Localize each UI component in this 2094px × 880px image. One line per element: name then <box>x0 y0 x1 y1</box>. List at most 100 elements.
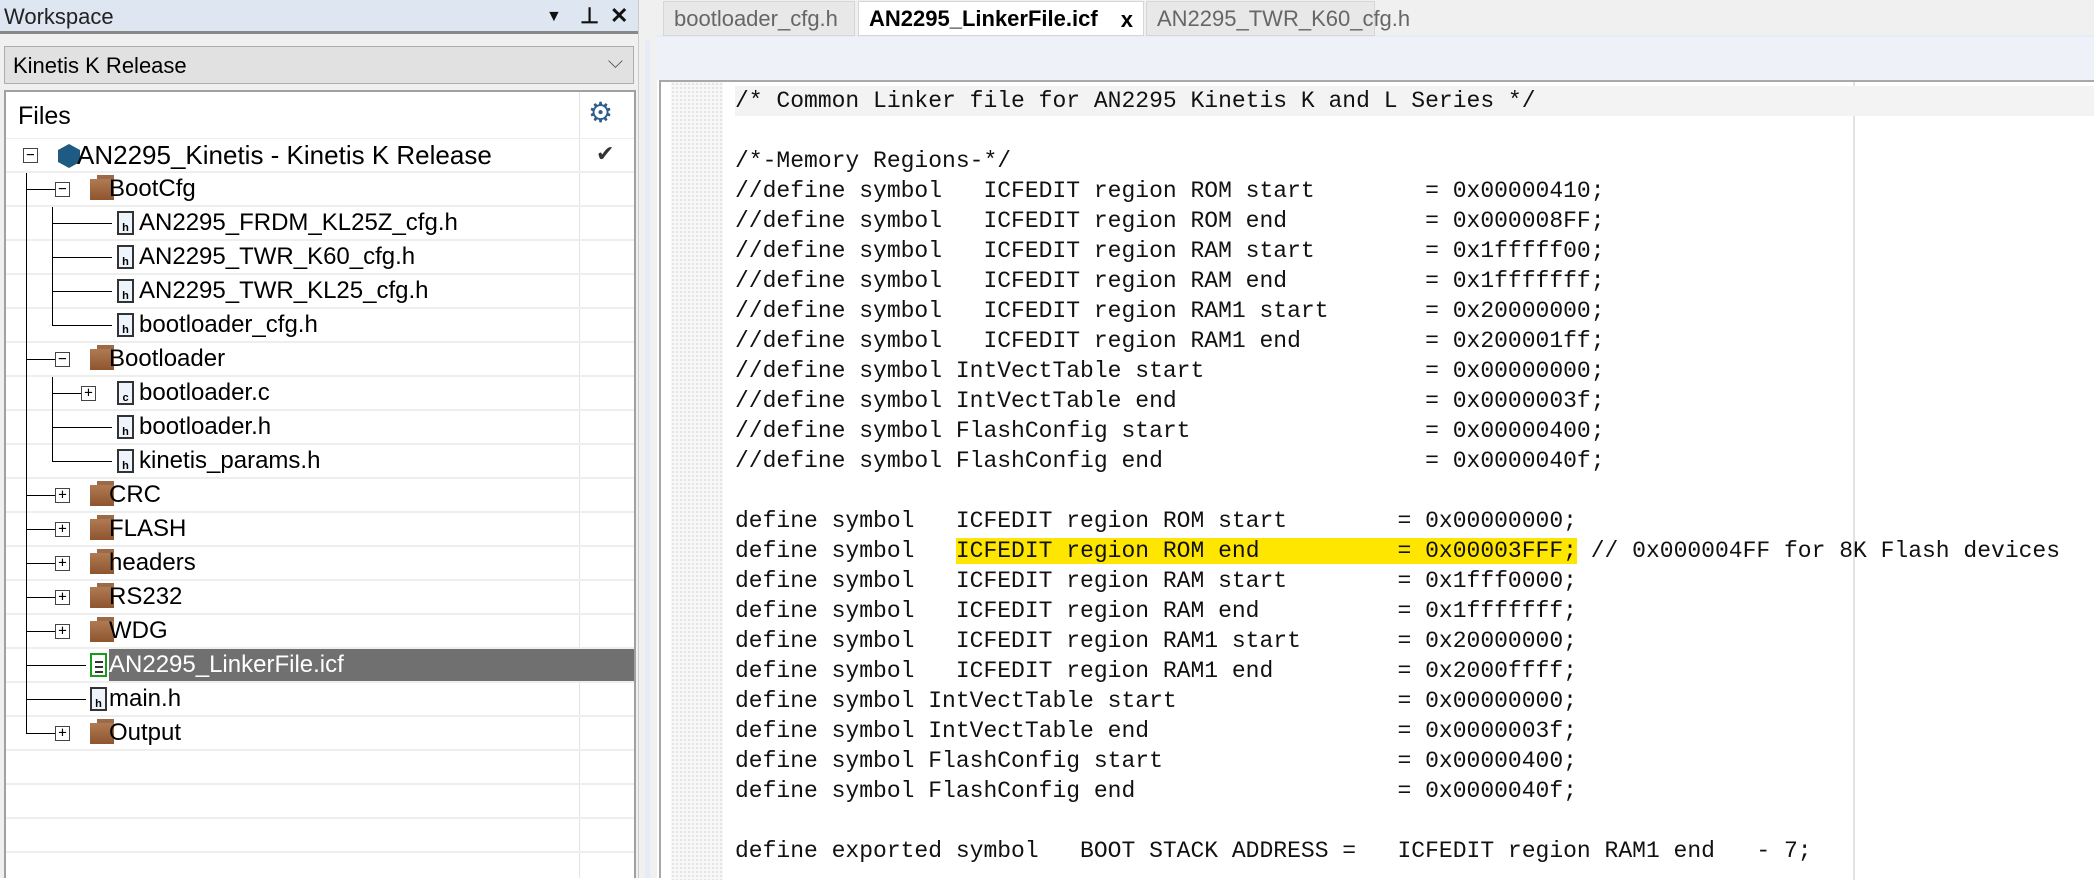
tab-an2295-twr-k60-cfg-h[interactable]: AN2295_TWR_K60_cfg.h <box>1146 1 1410 36</box>
close-icon[interactable]: ✕ <box>610 3 628 29</box>
tree-item[interactable]: + WDG <box>6 615 634 649</box>
header-file-icon: h <box>117 415 134 439</box>
tree-connector <box>26 359 55 360</box>
expand-toggle-icon[interactable]: + <box>55 624 70 639</box>
tree-connector <box>26 699 86 700</box>
tree-item-label: WDG <box>109 617 168 644</box>
tree-item[interactable]: + Output <box>6 717 634 751</box>
tree-connector <box>26 717 27 734</box>
tree-connector <box>26 547 27 581</box>
tree-item[interactable]: + CRC <box>6 479 634 513</box>
highlighted-code: ICFEDIT region ROM end = 0x00003FFF; <box>955 538 1577 564</box>
tree-item[interactable]: h AN2295_TWR_KL25_cfg.h <box>6 275 634 309</box>
code-text: //define symbol ICFEDIT region RAM1 star… <box>735 298 1605 324</box>
tree-connector <box>52 411 53 445</box>
tree-connector <box>52 309 53 326</box>
close-tab-icon[interactable]: x <box>1121 3 1133 36</box>
expand-toggle-icon[interactable]: + <box>55 590 70 605</box>
tab-bootloader-cfg-h[interactable]: bootloader_cfg.h <box>663 1 855 36</box>
code-text: define symbol IntVectTable end = 0x00000… <box>735 718 1577 744</box>
dropdown-menu-icon[interactable]: ▼ <box>546 8 562 26</box>
tree-connector <box>26 649 27 683</box>
tree-connector <box>52 241 53 275</box>
code-line: define symbol ICFEDIT region RAM end = 0… <box>735 596 2094 626</box>
tree-connector <box>26 495 55 496</box>
c-file-icon: c <box>117 381 134 405</box>
code-lines[interactable]: /* Common Linker file for AN2295 Kinetis… <box>735 82 2094 866</box>
header-file-icon: h <box>117 211 134 235</box>
tree-item[interactable]: + headers <box>6 547 634 581</box>
tree-item-label: AN2295_TWR_KL25_cfg.h <box>139 277 429 304</box>
tree-item[interactable]: h main.h <box>6 683 634 717</box>
code-text: //define symbol ICFEDIT region ROM end =… <box>735 208 1605 234</box>
tree-connector <box>26 309 27 343</box>
collapse-toggle-icon[interactable]: − <box>23 148 38 163</box>
tree-item-label: bootloader.h <box>139 413 272 440</box>
tree-connector <box>52 461 112 462</box>
code-text: define symbol FlashConfig end = 0x000004… <box>735 778 1577 804</box>
tree-item-label: Output <box>109 719 182 746</box>
code-line: define symbol FlashConfig end = 0x000004… <box>735 776 2094 806</box>
code-text: define symbol ICFEDIT region RAM end = 0… <box>735 598 1577 624</box>
collapse-toggle-icon[interactable]: − <box>55 352 70 367</box>
code-line: //define symbol IntVectTable end = 0x000… <box>735 386 2094 416</box>
code-line: define symbol IntVectTable start = 0x000… <box>735 686 2094 716</box>
tree-item[interactable]: h bootloader.h <box>6 411 634 445</box>
gear-icon[interactable]: ⚙ <box>588 98 618 128</box>
tree-item[interactable]: + FLASH <box>6 513 634 547</box>
tree-item[interactable]: h bootloader_cfg.h <box>6 309 634 343</box>
tree-item[interactable]: + RS232 <box>6 581 634 615</box>
header-file-icon: h <box>117 313 134 337</box>
tree-item[interactable]: + c bootloader.c <box>6 377 634 411</box>
expand-toggle-icon[interactable]: + <box>81 386 96 401</box>
tree-item[interactable]: − BootCfg <box>6 173 634 207</box>
code-editor[interactable]: /* Common Linker file for AN2295 Kinetis… <box>659 80 2094 880</box>
code-line: define symbol FlashConfig start = 0x0000… <box>735 746 2094 776</box>
tree-item-label: FLASH <box>109 515 187 542</box>
tree-connector <box>52 445 53 462</box>
code-text: define symbol ICFEDIT region ROM start =… <box>735 508 1577 534</box>
file-tree: Files ⚙ − AN2295_Kinetis - Kinetis K Rele… <box>4 90 636 878</box>
tree-connector <box>52 257 112 258</box>
tree-connector <box>26 173 27 207</box>
tree-item[interactable]: h AN2295_TWR_K60_cfg.h <box>6 241 634 275</box>
code-text: //define symbol IntVectTable end = 0x000… <box>735 388 1605 414</box>
panel-splitter[interactable] <box>638 0 657 878</box>
code-text: define symbol FlashConfig start = 0x0000… <box>735 748 1577 774</box>
tree-item-label: BootCfg <box>109 175 196 202</box>
tree-connector <box>52 393 81 394</box>
pin-icon[interactable]: ⊥ <box>580 3 599 29</box>
empty-tree-row <box>6 785 634 819</box>
tree-connector <box>26 631 55 632</box>
tree-item[interactable]: h kinetis_params.h <box>6 445 634 479</box>
tab-an2295-linkerfile-icf[interactable]: AN2295_LinkerFile.icf x <box>858 1 1144 36</box>
code-text: define symbol ICFEDIT region RAM1 end = … <box>735 658 1577 684</box>
code-line: define symbol ICFEDIT region RAM1 end = … <box>735 656 2094 686</box>
tree-item-label: Bootloader <box>109 345 226 372</box>
code-line: define symbol ICFEDIT region RAM1 start … <box>735 626 2094 656</box>
expand-toggle-icon[interactable]: + <box>55 556 70 571</box>
tree-connector <box>52 427 112 428</box>
expand-toggle-icon[interactable]: + <box>55 488 70 503</box>
code-text: define symbol <box>735 538 956 564</box>
code-text: //define symbol ICFEDIT region ROM start… <box>735 178 1605 204</box>
tree-item[interactable]: − Bootloader <box>6 343 634 377</box>
expand-toggle-icon[interactable]: + <box>55 726 70 741</box>
files-column-header: Files ⚙ <box>6 92 634 139</box>
editor-toolbar-area <box>657 37 2094 80</box>
tree-connector <box>26 189 55 190</box>
expand-toggle-icon[interactable]: + <box>55 522 70 537</box>
tree-item[interactable]: h AN2295_FRDM_KL25Z_cfg.h <box>6 207 634 241</box>
configuration-dropdown[interactable]: Kinetis K Release ⌵ <box>4 46 634 84</box>
tree-item[interactable]: − AN2295_Kinetis - Kinetis K Release ✔ <box>6 139 634 173</box>
code-text: /* Common Linker file for AN2295 Kinetis… <box>735 88 1536 114</box>
tree-connector <box>26 241 27 275</box>
tree-item[interactable]: AN2295_LinkerFile.icf <box>6 649 634 683</box>
tab-label: AN2295_TWR_K60_cfg.h <box>1157 6 1411 31</box>
collapse-toggle-icon[interactable]: − <box>55 182 70 197</box>
tree-item-label: bootloader.c <box>139 379 270 406</box>
tree-connector <box>26 207 27 241</box>
tree-connector <box>26 529 55 530</box>
